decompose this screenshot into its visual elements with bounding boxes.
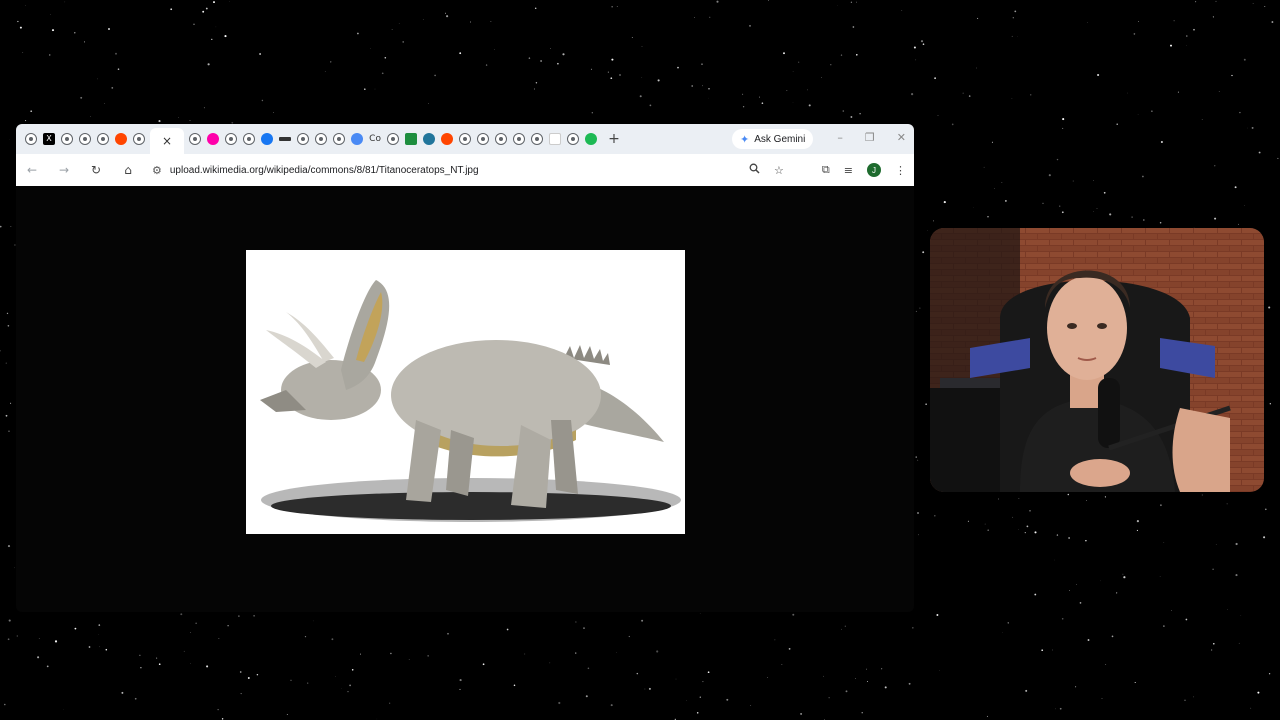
- tab-favicon[interactable]: [133, 133, 145, 145]
- toolbar-actions: ☆ ⧉ ≡ J ⋮: [749, 154, 906, 186]
- bar-tab-icon[interactable]: [279, 137, 292, 141]
- reddit-tab-icon[interactable]: [115, 133, 127, 145]
- tab-favicon[interactable]: [477, 133, 490, 145]
- browser-toolbar: ← → ↻ ⌂ ⚙ upload.wikimedia.org/wikipedia…: [16, 154, 914, 186]
- restore-icon[interactable]: ❐: [865, 131, 875, 144]
- tab-favicon[interactable]: [315, 133, 328, 145]
- tab-favicon[interactable]: [225, 133, 238, 145]
- ask-gemini-button[interactable]: ✦ Ask Gemini: [732, 129, 814, 149]
- tab-favicon[interactable]: [387, 133, 400, 145]
- window-controls: – ❐ ✕: [837, 131, 906, 144]
- tab-favicon[interactable]: [567, 133, 580, 145]
- reddit-tab-icon[interactable]: [441, 133, 454, 145]
- chrome-tab-icon[interactable]: [351, 133, 364, 145]
- back-icon[interactable]: ←: [24, 163, 40, 177]
- ask-gemini-label: Ask Gemini: [754, 133, 806, 145]
- reload-icon[interactable]: ↻: [88, 163, 104, 177]
- tab-favicon[interactable]: [97, 133, 109, 145]
- page-viewport: [16, 186, 914, 612]
- forward-icon[interactable]: →: [56, 163, 72, 177]
- warning-tab-icon[interactable]: [207, 133, 220, 145]
- tab-search-icon[interactable]: ⧉: [822, 163, 830, 177]
- url-text[interactable]: upload.wikimedia.org/wikipedia/commons/8…: [170, 165, 479, 176]
- zoom-icon[interactable]: [749, 163, 760, 177]
- gemini-spark-icon: ✦: [740, 132, 750, 146]
- dinosaur-image[interactable]: [246, 250, 685, 534]
- close-window-icon[interactable]: ✕: [897, 131, 906, 144]
- co-tab-icon[interactable]: Co: [369, 133, 381, 145]
- tab-strip: X × Co + ✦ Ask Gemini – ❐ ✕: [16, 124, 914, 154]
- browser-window: X × Co + ✦ Ask Gemini – ❐ ✕ ← → ↻ ⌂ ⚙ up…: [16, 124, 914, 612]
- facebook-tab-icon[interactable]: [261, 133, 274, 145]
- tab-favicon[interactable]: [531, 133, 544, 145]
- webcam-feed: [930, 228, 1264, 492]
- close-tab-icon[interactable]: ×: [162, 134, 172, 148]
- site-info-icon[interactable]: ⚙: [152, 164, 162, 177]
- titanoceratops-illustration: [246, 250, 685, 534]
- tab-favicon[interactable]: [79, 133, 91, 145]
- media-control-icon[interactable]: ≡: [844, 164, 853, 177]
- tab-favicon[interactable]: [333, 133, 346, 145]
- spotify-tab-icon[interactable]: [585, 133, 598, 145]
- tab-favicon[interactable]: [297, 133, 310, 145]
- green-tab-icon[interactable]: [405, 133, 418, 145]
- x-tab-icon[interactable]: X: [43, 133, 55, 145]
- profile-avatar[interactable]: J: [867, 163, 881, 177]
- webcam-overlay: [930, 228, 1264, 492]
- tab-favicon[interactable]: [61, 133, 73, 145]
- tab-favicon[interactable]: [25, 133, 37, 145]
- active-tab[interactable]: ×: [150, 128, 185, 154]
- address-bar[interactable]: ⚙ upload.wikimedia.org/wikipedia/commons…: [152, 159, 479, 181]
- tab-favicon[interactable]: [189, 133, 202, 145]
- wordpress-tab-icon[interactable]: [423, 133, 436, 145]
- menu-icon[interactable]: ⋮: [895, 164, 906, 177]
- tab-favicon[interactable]: [495, 133, 508, 145]
- blank-tab-icon[interactable]: [549, 133, 562, 145]
- home-icon[interactable]: ⌂: [120, 163, 136, 177]
- tab-favicon[interactable]: [459, 133, 472, 145]
- new-tab-button[interactable]: +: [608, 131, 620, 147]
- tab-favicon[interactable]: [243, 133, 256, 145]
- tab-favicon[interactable]: [513, 133, 526, 145]
- bookmark-star-icon[interactable]: ☆: [774, 164, 784, 177]
- minimize-icon[interactable]: –: [837, 131, 843, 144]
